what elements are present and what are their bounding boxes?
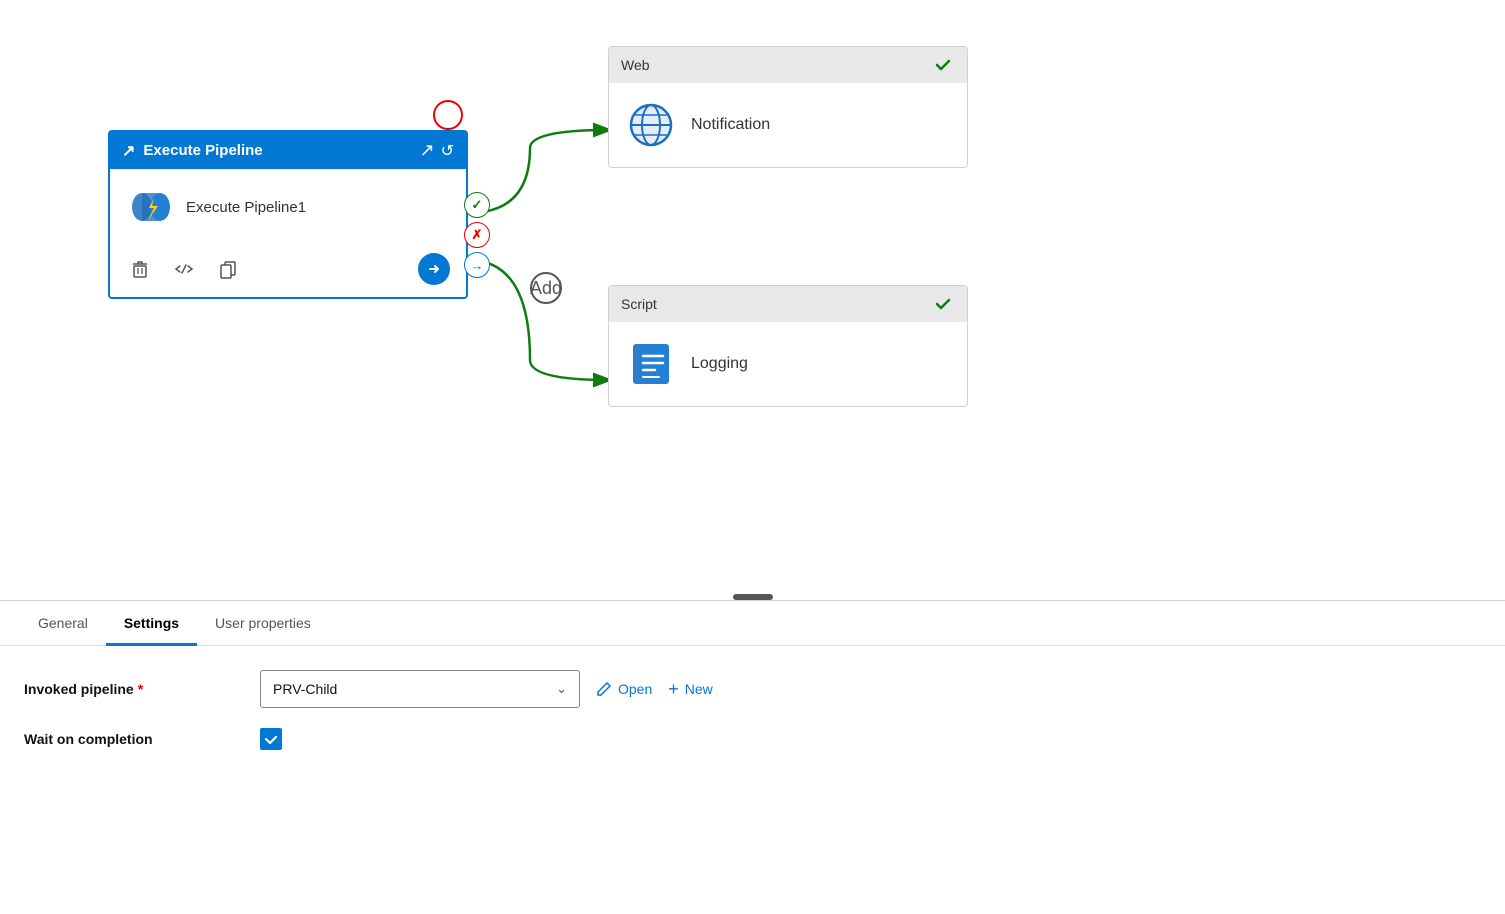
navigate-arrow[interactable] bbox=[418, 253, 450, 285]
script-node-label: Logging bbox=[691, 355, 748, 373]
script-node-header-label: Script bbox=[621, 296, 657, 312]
error-indicator bbox=[433, 100, 463, 130]
dropdown-arrow-icon: ⌄ bbox=[556, 681, 567, 697]
add-activity-button[interactable]: Add bbox=[530, 272, 562, 304]
invoked-pipeline-row: Invoked pipeline* PRV-Child ⌄ Open + New bbox=[24, 670, 1481, 708]
script-node-check bbox=[931, 292, 955, 316]
invoked-pipeline-dropdown[interactable]: PRV-Child ⌄ bbox=[260, 670, 580, 708]
script-icon bbox=[625, 338, 677, 390]
wait-on-completion-label: Wait on completion bbox=[24, 731, 244, 747]
resize-handle[interactable] bbox=[733, 594, 773, 600]
script-logging-node: Script Logging bbox=[608, 285, 968, 407]
invoked-pipeline-controls: PRV-Child ⌄ Open + New bbox=[260, 670, 713, 708]
pipeline-node-label: Execute Pipeline1 bbox=[186, 199, 306, 216]
execute-pipeline-node: ↗ Execute Pipeline ↗ ↺ bbox=[108, 130, 468, 299]
pencil-icon bbox=[596, 681, 612, 697]
web-node-header: Web bbox=[609, 47, 967, 83]
globe-icon bbox=[625, 99, 677, 151]
web-node-header-label: Web bbox=[621, 57, 650, 73]
pipeline-node-header: ↗ Execute Pipeline ↗ ↺ bbox=[110, 132, 466, 169]
web-node-label: Notification bbox=[691, 116, 770, 134]
wait-on-completion-checkbox[interactable] bbox=[260, 728, 282, 750]
pipeline-node-header-right: ↗ ↺ bbox=[420, 140, 455, 161]
success-connection-btn[interactable]: ✓ bbox=[464, 192, 490, 218]
copy-icon[interactable] bbox=[214, 255, 242, 283]
pipeline-canvas: ↗ Execute Pipeline ↗ ↺ bbox=[0, 0, 1505, 600]
external-link-icon: ↗ bbox=[122, 141, 135, 161]
bottom-panel: General Settings User properties Invoked… bbox=[0, 601, 1505, 794]
fail-connection-btn[interactable]: ✗ bbox=[464, 222, 490, 248]
web-notification-node: Web Notification bbox=[608, 46, 968, 168]
plus-icon: + bbox=[668, 679, 679, 700]
tab-user-properties[interactable]: User properties bbox=[197, 601, 329, 645]
wait-on-completion-row: Wait on completion bbox=[24, 728, 1481, 750]
code-icon[interactable] bbox=[170, 255, 198, 283]
new-link[interactable]: + New bbox=[668, 679, 713, 700]
script-node-body: Logging bbox=[609, 322, 967, 406]
web-node-check bbox=[931, 53, 955, 77]
settings-tabs: General Settings User properties bbox=[0, 601, 1505, 646]
pipeline-icon bbox=[126, 183, 174, 231]
tab-settings[interactable]: Settings bbox=[106, 601, 197, 645]
pipeline-node-actions bbox=[110, 245, 466, 297]
pipeline-node-header-left: ↗ Execute Pipeline bbox=[122, 141, 263, 161]
dropdown-value: PRV-Child bbox=[273, 681, 337, 697]
pipeline-node-title: Execute Pipeline bbox=[143, 142, 262, 159]
script-node-header: Script bbox=[609, 286, 967, 322]
expand-icon[interactable]: ↗ bbox=[420, 140, 435, 161]
tab-general[interactable]: General bbox=[20, 601, 106, 645]
open-link[interactable]: Open bbox=[596, 681, 652, 697]
undo-icon[interactable]: ↺ bbox=[441, 141, 454, 161]
web-node-body: Notification bbox=[609, 83, 967, 167]
connection-buttons: ✓ ✗ → bbox=[464, 192, 490, 278]
skip-connection-btn[interactable]: → bbox=[464, 252, 490, 278]
settings-form: Invoked pipeline* PRV-Child ⌄ Open + New bbox=[0, 646, 1505, 794]
pipeline-node-body: Execute Pipeline1 bbox=[110, 169, 466, 245]
invoked-pipeline-label: Invoked pipeline* bbox=[24, 681, 244, 697]
delete-icon[interactable] bbox=[126, 255, 154, 283]
